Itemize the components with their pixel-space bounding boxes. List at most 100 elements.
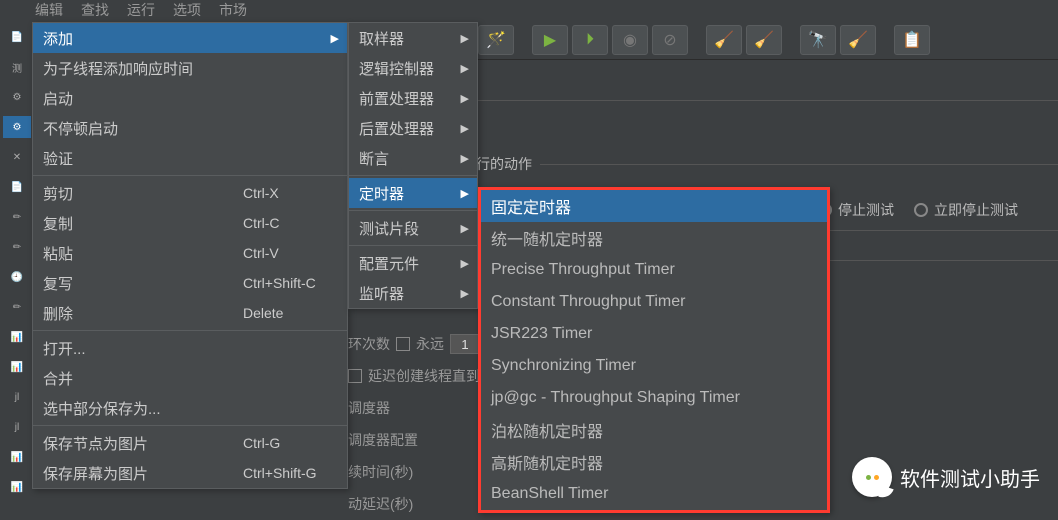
ctx-item-9[interactable]: 复写Ctrl+Shift-C — [33, 268, 347, 298]
ctx-item-0[interactable]: 添加▶ — [33, 23, 347, 53]
radio-stop-now[interactable]: 立即停止测试 — [914, 200, 1018, 220]
scheduler-label: 调度器 — [348, 398, 390, 418]
menubar: 编辑 查找 运行 选项 市场 — [0, 0, 1058, 20]
timer-item-0[interactable]: 固定定时器 — [481, 190, 827, 222]
loop-label: 环次数 — [348, 334, 390, 354]
ctx-item-label: 复制 — [43, 213, 73, 234]
tree-icon-16[interactable]: 📊 — [3, 476, 31, 498]
add-item-label: 断言 — [359, 148, 389, 169]
tree-icon-11[interactable]: 📊 — [3, 326, 31, 348]
chevron-right-icon: ▶ — [331, 32, 339, 45]
menu-run[interactable]: 运行 — [127, 0, 155, 20]
broom3-icon[interactable]: 🧹 — [840, 25, 876, 55]
ctx-item-8[interactable]: 粘贴Ctrl-V — [33, 238, 347, 268]
tree-icon-3[interactable]: ⚙ — [3, 86, 31, 108]
ctx-item-label: 合并 — [43, 368, 73, 389]
ctx-item-label: 删除 — [43, 303, 73, 324]
ctx-item-17[interactable]: 保存屏幕为图片Ctrl+Shift-G — [33, 458, 347, 488]
tree-icon-12[interactable]: 📊 — [3, 356, 31, 378]
tree-icon-15[interactable]: 📊 — [3, 446, 31, 468]
chevron-right-icon: ▶ — [461, 92, 469, 105]
ctx-item-10[interactable]: 删除Delete — [33, 298, 347, 328]
timer-item-7[interactable]: 泊松随机定时器 — [481, 414, 827, 446]
add-item-label: 前置处理器 — [359, 88, 434, 109]
ctx-item-6[interactable]: 剪切Ctrl-X — [33, 178, 347, 208]
timer-item-9[interactable]: BeanShell Timer — [481, 478, 827, 510]
shortcut-label: Ctrl-G — [243, 435, 280, 451]
forever-checkbox[interactable] — [396, 337, 410, 351]
delay-checkbox[interactable] — [348, 369, 362, 383]
add-item-label: 后置处理器 — [359, 118, 434, 139]
stop-icon[interactable]: ◉ — [612, 25, 648, 55]
tree-icon-14[interactable]: jl — [3, 416, 31, 438]
shortcut-label: Ctrl-C — [243, 215, 280, 231]
timer-item-4[interactable]: JSR223 Timer — [481, 318, 827, 350]
radio-stop-label: 停止测试 — [838, 200, 894, 220]
menu-edit[interactable]: 编辑 — [35, 0, 63, 20]
add-item-4[interactable]: 断言▶ — [349, 143, 477, 173]
play-skip-icon[interactable]: ⏵ — [572, 25, 608, 55]
submenu-add: 取样器▶逻辑控制器▶前置处理器▶后置处理器▶断言▶定时器▶测试片段▶配置元件▶监… — [348, 22, 478, 309]
ctx-item-14[interactable]: 选中部分保存为... — [33, 393, 347, 423]
tree-icon-1[interactable]: 📄 — [3, 26, 31, 48]
tree-icon-10[interactable]: ✏ — [3, 296, 31, 318]
play-icon[interactable]: ▶ — [532, 25, 568, 55]
menu-options[interactable]: 选项 — [173, 0, 201, 20]
ctx-item-label: 打开... — [43, 338, 86, 359]
timer-item-1[interactable]: 统一随机定时器 — [481, 222, 827, 254]
add-item-1[interactable]: 逻辑控制器▶ — [349, 53, 477, 83]
add-item-label: 配置元件 — [359, 253, 419, 274]
tree-icon-4[interactable]: ⚙ — [3, 116, 31, 138]
add-item-0[interactable]: 取样器▶ — [349, 23, 477, 53]
add-item-2[interactable]: 前置处理器 ▶ — [349, 83, 477, 113]
tree-icon-8[interactable]: ✏ — [3, 236, 31, 258]
ctx-item-label: 不停顿启动 — [43, 118, 118, 139]
ctx-item-4[interactable]: 验证 — [33, 143, 347, 173]
chevron-right-icon: ▶ — [461, 187, 469, 200]
forever-label: 永远 — [416, 334, 444, 354]
binoculars-icon[interactable]: 🔭 — [800, 25, 836, 55]
tree-icon-9[interactable]: 🕘 — [3, 266, 31, 288]
shortcut-label: Ctrl+Shift-G — [243, 465, 317, 481]
ctx-item-3[interactable]: 不停顿启动 — [33, 113, 347, 143]
add-item-11[interactable]: 监听器▶ — [349, 278, 477, 308]
chevron-right-icon: ▶ — [461, 287, 469, 300]
tree-icon-13[interactable]: jl — [3, 386, 31, 408]
chevron-right-icon: ▶ — [461, 257, 469, 270]
tree-sidebar: 📄 测 ⚙ ⚙ ✕ 📄 ✏ ✏ 🕘 ✏ 📊 📊 jl jl 📊 📊 — [0, 22, 34, 515]
add-item-label: 取样器 — [359, 28, 404, 49]
ctx-item-16[interactable]: 保存节点为图片Ctrl-G — [33, 428, 347, 458]
ctx-item-13[interactable]: 合并 — [33, 363, 347, 393]
wand-icon[interactable]: 🪄 — [478, 25, 514, 55]
ctx-item-7[interactable]: 复制 Ctrl-C — [33, 208, 347, 238]
loop-input[interactable] — [450, 334, 480, 354]
menu-find[interactable]: 查找 — [81, 0, 109, 20]
add-item-6[interactable]: 定时器▶ — [349, 178, 477, 208]
radio-icon — [914, 203, 928, 217]
broom2-icon[interactable]: 🧹 — [746, 25, 782, 55]
ctx-item-12[interactable]: 打开... — [33, 333, 347, 363]
timer-item-3[interactable]: Constant Throughput Timer — [481, 286, 827, 318]
tree-icon-7[interactable]: ✏ — [3, 206, 31, 228]
timer-item-5[interactable]: Synchronizing Timer — [481, 350, 827, 382]
duration-label: 续时间(秒) — [348, 462, 413, 482]
shortcut-label: Ctrl+Shift-C — [243, 275, 316, 291]
menu-market[interactable]: 市场 — [219, 0, 247, 20]
list-icon[interactable]: 📋 — [894, 25, 930, 55]
add-item-10[interactable]: 配置元件 ▶ — [349, 248, 477, 278]
ctx-item-2[interactable]: 启动 — [33, 83, 347, 113]
chevron-right-icon: ▶ — [461, 122, 469, 135]
timer-item-label: BeanShell Timer — [491, 485, 608, 503]
add-item-8[interactable]: 测试片段▶ — [349, 213, 477, 243]
timer-item-6[interactable]: jp@gc - Throughput Shaping Timer — [481, 382, 827, 414]
timer-item-8[interactable]: 高斯随机定时器 — [481, 446, 827, 478]
add-item-3[interactable]: 后置处理器 ▶ — [349, 113, 477, 143]
watermark-text: 软件测试小助手 — [900, 463, 1040, 492]
tree-icon-6[interactable]: 📄 — [3, 176, 31, 198]
broom1-icon[interactable]: 🧹 — [706, 25, 742, 55]
ctx-item-1[interactable]: 为子线程添加响应时间 — [33, 53, 347, 83]
tree-icon-5[interactable]: ✕ — [3, 146, 31, 168]
timer-item-2[interactable]: Precise Throughput Timer — [481, 254, 827, 286]
shutdown-icon[interactable]: ⊘ — [652, 25, 688, 55]
tree-icon-2[interactable]: 测 — [3, 56, 31, 78]
